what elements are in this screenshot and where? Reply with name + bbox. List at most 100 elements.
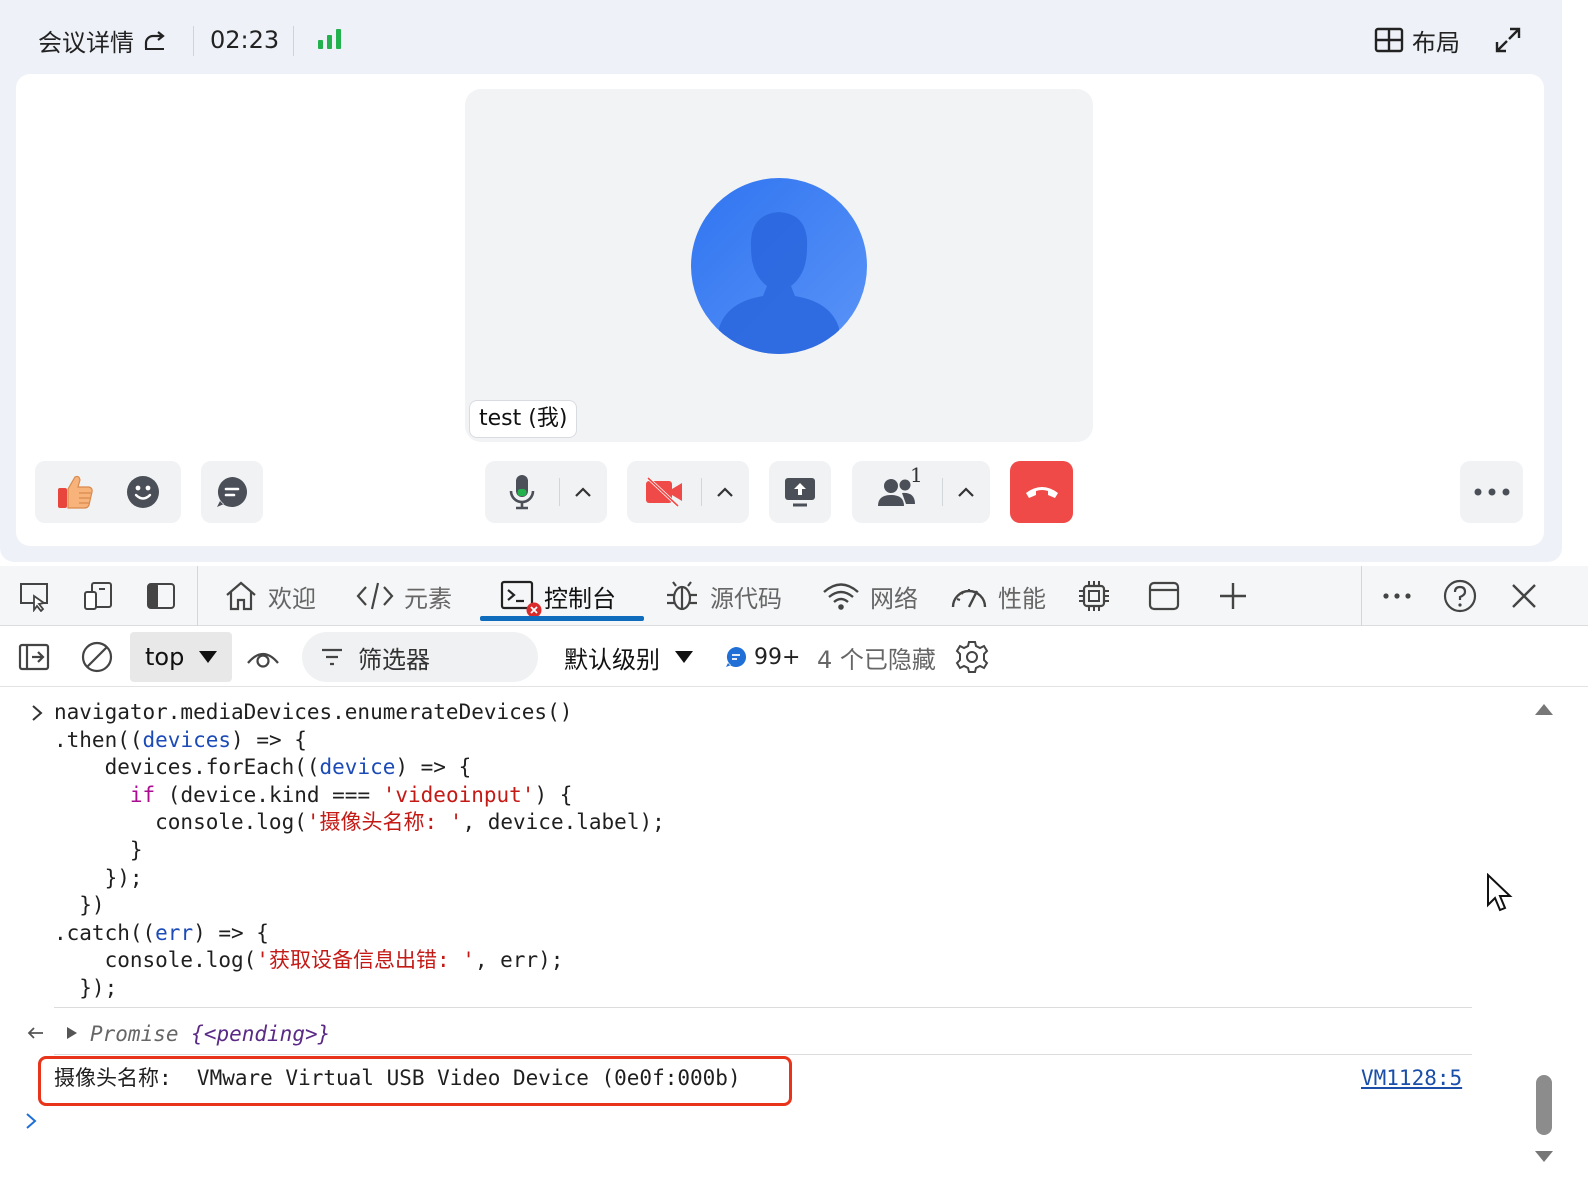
tab-elements[interactable]: 元素: [356, 576, 452, 616]
more-options-button[interactable]: [1460, 461, 1523, 523]
layout-label: 布局: [1412, 28, 1460, 57]
mouse-cursor-icon: [1487, 873, 1513, 912]
mute-button[interactable]: [485, 461, 559, 523]
caret-down-icon: [199, 651, 218, 663]
highlight-box: [38, 1056, 792, 1106]
meeting-window: 会议详情 02:23 布局 test (我) 1: [0, 0, 1562, 562]
console-prompt-icon[interactable]: [24, 1112, 38, 1130]
camera-toggle-button[interactable]: [627, 461, 701, 523]
console-input-line: .catch((err) => {: [54, 921, 269, 945]
home-icon: [226, 581, 256, 611]
smiley-icon: [127, 476, 159, 508]
tab-network[interactable]: 网络: [822, 576, 918, 616]
scroll-thumb[interactable]: [1536, 1075, 1552, 1135]
like-button[interactable]: [35, 461, 115, 523]
scroll-up-arrow-icon[interactable]: [1534, 702, 1554, 716]
person-silhouette-icon: [719, 212, 839, 354]
console-row-divider: [54, 1007, 1472, 1008]
sidebar-panel-icon: [147, 583, 175, 609]
filter-placeholder: 筛选器: [358, 645, 430, 674]
clear-console-button[interactable]: [79, 639, 115, 675]
console-input-line: }): [54, 893, 105, 917]
inspect-element-button[interactable]: [16, 578, 52, 614]
add-tab-button[interactable]: [1215, 578, 1251, 614]
console-input-line: console.log('获取设备信息出错: ', err);: [54, 948, 564, 972]
tab-welcome-label: 欢迎: [268, 584, 316, 613]
meeting-topbar: 会议详情 02:23 布局: [0, 0, 1562, 76]
participants-button[interactable]: 1: [852, 461, 942, 523]
console-input-line: console.log('摄像头名称: ', device.label);: [54, 810, 665, 834]
topbar-divider: [193, 26, 194, 56]
message-count-badge[interactable]: 99+: [724, 637, 800, 677]
inspect-icon: [20, 583, 48, 612]
tab-welcome[interactable]: 欢迎: [224, 576, 316, 616]
close-devtools-button[interactable]: [1506, 578, 1542, 614]
gauge-icon: [951, 589, 987, 608]
camera-off-icon: [646, 476, 682, 508]
more-tools-button[interactable]: [1379, 578, 1415, 614]
devtools-tab-bar: 欢迎 元素 控制台 源代码 网络 性能: [0, 566, 1588, 626]
expand-triangle-icon[interactable]: [66, 1026, 78, 1040]
eye-icon: [247, 652, 279, 668]
microphone-options-button[interactable]: [560, 461, 606, 523]
tab-sources[interactable]: 源代码: [664, 576, 782, 616]
context-selector[interactable]: top: [130, 632, 232, 682]
expand-icon: [1495, 27, 1521, 53]
fullscreen-button[interactable]: [1494, 22, 1522, 58]
console-row-divider: [54, 1054, 1472, 1055]
video-stage: test (我) 1: [16, 74, 1544, 546]
participant-name-tag: test (我): [469, 400, 578, 438]
console-scrollbar[interactable]: [1530, 688, 1560, 1182]
help-button[interactable]: [1442, 578, 1478, 614]
meeting-timer: 02:23: [210, 26, 280, 54]
console-input-line: });: [54, 866, 143, 890]
hidden-messages-count: 4 个已隐藏: [817, 645, 936, 674]
console-input-line: if (device.kind === 'videoinput') {: [129, 783, 573, 807]
show-sidebar-button[interactable]: [16, 639, 52, 675]
meeting-details-label: 会议详情: [38, 28, 134, 57]
tab-memory[interactable]: [1076, 578, 1112, 614]
tab-network-label: 网络: [870, 584, 918, 613]
message-bubble-icon: [726, 647, 746, 667]
filter-input[interactable]: 筛选器: [302, 632, 538, 682]
tab-performance[interactable]: 性能: [950, 576, 1046, 616]
scroll-down-arrow-icon[interactable]: [1534, 1150, 1554, 1164]
promise-result[interactable]: Promise {<pending>}: [90, 1020, 330, 1048]
close-icon: [1512, 584, 1536, 608]
share-screen-button[interactable]: [769, 461, 831, 523]
code-icon: [356, 582, 394, 610]
bug-icon: [667, 581, 697, 611]
chat-button[interactable]: [201, 461, 263, 523]
emoji-button[interactable]: [115, 461, 171, 523]
chevron-up-icon: [958, 487, 974, 497]
tab-console-label: 控制台: [544, 584, 616, 613]
device-emulation-button[interactable]: [80, 578, 116, 614]
layout-button[interactable]: 布局: [1374, 22, 1460, 58]
console-settings-button[interactable]: [954, 639, 990, 675]
console-output[interactable]: navigator.mediaDevices.enumerateDevices(…: [0, 688, 1530, 1194]
device-toggle-icon: [84, 582, 112, 610]
share-icon: [144, 31, 165, 50]
filter-icon: [322, 648, 342, 666]
participant-count: 1: [910, 463, 923, 487]
participant-tile[interactable]: test (我): [465, 89, 1093, 442]
tab-application[interactable]: [1146, 578, 1182, 614]
log-level-dropdown[interactable]: 默认级别: [564, 637, 694, 677]
camera-options-button[interactable]: [702, 461, 748, 523]
meeting-details-button[interactable]: 会议详情: [38, 22, 168, 58]
input-prompt-chevron-icon: [32, 705, 43, 721]
live-expression-button[interactable]: [245, 639, 281, 675]
dock-side-button[interactable]: [143, 578, 179, 614]
console-icon: [500, 580, 542, 618]
console-input-line: navigator.mediaDevices.enumerateDevices(…: [54, 700, 573, 724]
plus-icon: [1220, 583, 1246, 609]
tab-bar-divider: [1361, 566, 1362, 626]
more-dots-icon: [1474, 488, 1509, 496]
avatar: [691, 178, 867, 354]
tab-sources-label: 源代码: [710, 584, 782, 613]
window-icon: [1148, 581, 1180, 611]
source-link[interactable]: VM1128:5: [1361, 1064, 1462, 1092]
hang-up-button[interactable]: [1010, 461, 1073, 523]
participants-options-button[interactable]: [943, 461, 989, 523]
tab-console[interactable]: 控制台: [500, 576, 616, 618]
